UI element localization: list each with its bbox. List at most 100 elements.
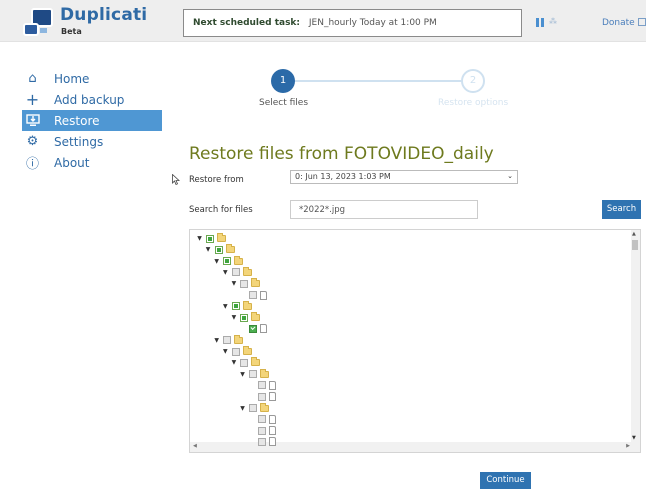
file-icon: [268, 437, 276, 447]
sidebar-item-label: Restore: [54, 113, 100, 128]
tree-folder-node[interactable]: ▼: [205, 244, 235, 255]
expand-toggle-icon[interactable]: ▼: [239, 371, 246, 378]
continue-button[interactable]: Continue: [480, 472, 531, 489]
vertical-scrollbar[interactable]: ▲ ▼: [631, 230, 640, 442]
tree-file-node[interactable]: [248, 436, 276, 447]
scroll-down-icon[interactable]: ▼: [632, 435, 636, 441]
duplicati-logo-icon[interactable]: [21, 6, 55, 38]
tree-checkbox[interactable]: [249, 324, 257, 333]
tree-checkbox[interactable]: [231, 302, 240, 311]
folder-icon: [242, 266, 252, 276]
tree-checkbox[interactable]: [231, 268, 240, 277]
tree-file-node[interactable]: [239, 323, 267, 334]
tree-folder-node[interactable]: ▼: [196, 233, 226, 244]
folder-icon: [251, 357, 261, 367]
tree-folder-node[interactable]: ▼: [239, 402, 269, 414]
file-icon: [268, 414, 276, 424]
tree-file-node[interactable]: [248, 380, 276, 391]
home-icon: ⌂: [28, 71, 37, 86]
tree-checkbox[interactable]: [214, 245, 223, 254]
tree-folder-node[interactable]: ▼: [222, 300, 252, 312]
tree-checkbox[interactable]: [240, 313, 249, 322]
expand-toggle-icon[interactable]: ▼: [213, 258, 220, 265]
pause-icon[interactable]: [536, 18, 544, 27]
tree-folder-node[interactable]: ▼: [222, 266, 252, 278]
expand-toggle-icon[interactable]: ▼: [230, 314, 237, 321]
tree-file-node[interactable]: [248, 414, 276, 425]
tree-file-node[interactable]: [248, 391, 276, 402]
tree-checkbox[interactable]: [257, 381, 266, 390]
scrollbar-thumb[interactable]: [632, 240, 638, 250]
folder-icon: [217, 233, 226, 242]
expand-toggle-icon[interactable]: ▼: [196, 235, 203, 242]
search-input[interactable]: [290, 200, 478, 219]
folder-icon: [251, 278, 261, 288]
expand-toggle-icon[interactable]: ▼: [222, 269, 229, 276]
scroll-left-icon[interactable]: ◀: [193, 443, 197, 449]
donate-label: Donate: [602, 18, 635, 28]
file-icon: [260, 290, 267, 300]
expand-toggle-icon[interactable]: ▼: [230, 280, 237, 287]
tree-file-node[interactable]: [239, 290, 267, 301]
expand-toggle-icon[interactable]: ▼: [222, 303, 229, 310]
tree-checkbox[interactable]: [257, 437, 266, 446]
tree-checkbox[interactable]: [257, 415, 266, 424]
tree-checkbox[interactable]: [206, 234, 214, 243]
donate-link[interactable]: Donate: [602, 17, 646, 28]
folder-icon: [234, 334, 244, 344]
tree-checkbox[interactable]: [249, 291, 257, 299]
chevron-down-icon: ⌄: [507, 172, 513, 180]
step-2-label: Restore options: [438, 98, 509, 108]
scheduled-task-label: Next scheduled task:: [193, 18, 301, 28]
tree-checkbox[interactable]: [223, 257, 232, 266]
sidebar-item-add-backup[interactable]: + Add backup: [22, 89, 162, 110]
tree-folder-node[interactable]: ▼: [230, 312, 261, 323]
tree-folder-node[interactable]: ▼: [239, 368, 269, 380]
tree-checkbox[interactable]: [231, 347, 240, 356]
file-icon: [268, 380, 276, 390]
restore-from-select[interactable]: 0: Jun 13, 2023 1:03 PM ⌄: [290, 170, 518, 184]
step-1-label: Select files: [259, 98, 309, 108]
tree-checkbox[interactable]: [257, 392, 266, 401]
sidebar-item-about[interactable]: ⓘ About: [22, 152, 162, 173]
tree-folder-node[interactable]: ▼: [213, 334, 244, 346]
folder-icon: [251, 312, 261, 322]
tree-folder-node[interactable]: ▼: [230, 278, 261, 289]
sidebar-item-label: Add backup: [54, 92, 125, 107]
resize-grip-icon[interactable]: [631, 442, 640, 452]
app-title: Duplicati: [60, 5, 148, 25]
expand-toggle-icon[interactable]: ▼: [205, 246, 212, 253]
expand-toggle-icon[interactable]: ▼: [222, 348, 229, 355]
tree-file-node[interactable]: [248, 425, 276, 436]
folder-icon: [242, 300, 252, 310]
scheduled-task-box: Next scheduled task: JEN_hourly Today at…: [183, 9, 522, 37]
tree-folder-node[interactable]: ▼: [213, 255, 244, 267]
tree-checkbox[interactable]: [240, 358, 249, 367]
sidebar-item-restore[interactable]: Restore: [22, 110, 162, 131]
scroll-up-icon[interactable]: ▲: [632, 231, 636, 237]
tree-checkbox[interactable]: [223, 336, 232, 345]
scroll-right-icon[interactable]: ▶: [626, 443, 630, 449]
tree-checkbox[interactable]: [249, 370, 257, 379]
tree-checkbox[interactable]: [249, 404, 257, 412]
app-subtitle: Beta: [61, 27, 82, 36]
tree-checkbox[interactable]: [257, 426, 266, 435]
sidebar-item-settings[interactable]: ⚙ Settings: [22, 131, 162, 152]
expand-toggle-icon[interactable]: ▼: [213, 337, 220, 344]
folder-icon: [242, 346, 252, 355]
tree-folder-node[interactable]: ▼: [222, 346, 252, 357]
search-button[interactable]: Search: [602, 200, 641, 219]
gear-icon: ⚙: [26, 134, 39, 149]
restore-icon: [25, 113, 40, 128]
expand-toggle-icon[interactable]: ▼: [239, 405, 246, 412]
search-label: Search for files: [189, 205, 253, 215]
page-title: Restore files from FOTOVIDEO_daily: [189, 144, 494, 164]
sidebar-item-home[interactable]: ⌂ Home: [22, 68, 162, 89]
expand-toggle-icon[interactable]: ▼: [230, 359, 237, 366]
folder-icon: [260, 402, 269, 412]
external-link-icon: [637, 18, 646, 26]
restore-from-value: 0: Jun 13, 2023 1:03 PM: [295, 172, 391, 181]
tree-folder-node[interactable]: ▼: [230, 357, 261, 368]
tree-checkbox[interactable]: [240, 279, 249, 288]
throttle-icon[interactable]: ⁂: [549, 17, 557, 26]
